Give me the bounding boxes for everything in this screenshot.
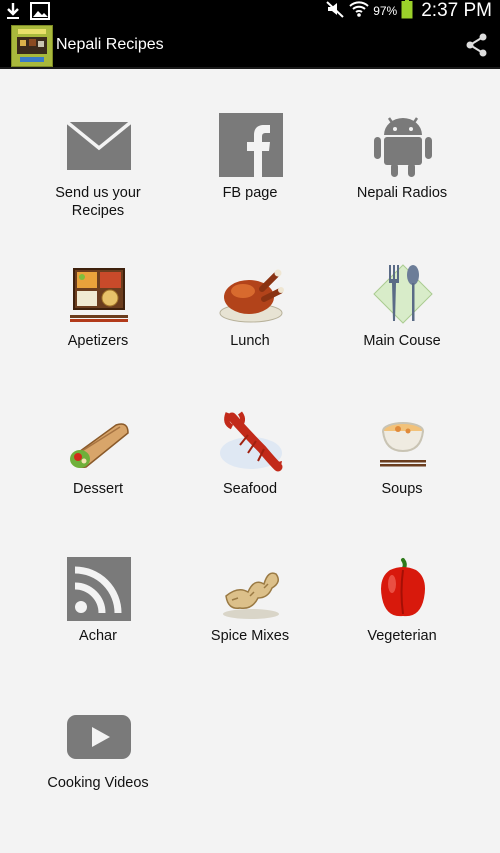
envelope-icon: [65, 113, 133, 179]
menu-item-lunch[interactable]: Lunch: [174, 215, 326, 355]
roast-chicken-icon: [218, 261, 284, 327]
android-icon: [370, 113, 436, 179]
app-title: Nepali Recipes: [56, 36, 164, 53]
menu-item-apetizers[interactable]: Apetizers: [22, 215, 174, 355]
video-play-icon: [66, 703, 132, 769]
menu-label: Vegeterian: [367, 628, 437, 644]
menu-item-achar[interactable]: Achar: [22, 510, 174, 650]
battery-icon: [401, 0, 413, 24]
fork-spoon-icon: [370, 261, 436, 327]
bento-box-icon: [66, 261, 132, 327]
menu-item-dessert[interactable]: Dessert: [22, 363, 174, 503]
menu-label: Seafood: [222, 481, 278, 497]
bell-pepper-icon: [370, 556, 436, 622]
wifi-icon: [349, 0, 369, 23]
share-button[interactable]: [464, 32, 490, 58]
menu-label: Send us your Recipes: [55, 185, 141, 219]
mute-icon: [325, 0, 345, 23]
menu-item-send-recipes[interactable]: Send us your Recipes: [22, 67, 174, 219]
menu-label: Nepali Radios: [356, 185, 448, 201]
menu-item-nepali-radios[interactable]: Nepali Radios: [326, 67, 478, 207]
menu-item-seafood[interactable]: Seafood: [174, 363, 326, 503]
menu-label: Achar: [79, 628, 117, 644]
menu-label: Dessert: [73, 481, 123, 497]
menu-item-spice-mixes[interactable]: Spice Mixes: [174, 510, 326, 650]
menu-item-main-couse[interactable]: Main Couse: [326, 215, 478, 355]
menu-label: Spice Mixes: [210, 628, 290, 644]
menu-label: Apetizers: [67, 333, 129, 349]
menu-item-vegeterian[interactable]: Vegeterian: [326, 510, 478, 650]
lobster-icon: [218, 409, 284, 475]
menu-label: Soups: [381, 481, 423, 497]
menu-label: Cooking Videos: [47, 775, 149, 791]
rss-icon: [66, 556, 132, 622]
app-icon[interactable]: [11, 25, 53, 67]
menu-item-fb-page[interactable]: FB page: [174, 67, 326, 207]
soup-bowl-icon: [370, 409, 436, 475]
clock: 2:37 PM: [421, 0, 492, 21]
action-bar: Nepali Recipes: [0, 22, 500, 69]
ginger-icon: [218, 556, 284, 622]
menu-label: Main Couse: [363, 333, 441, 349]
battery-percent: 97%: [373, 4, 398, 18]
menu-item-cooking-videos[interactable]: Cooking Videos: [22, 657, 174, 797]
menu-label: Lunch: [230, 333, 270, 349]
status-bar: 97% 2:37 PM: [0, 0, 500, 22]
facebook-icon: [218, 113, 284, 179]
share-icon: [466, 33, 487, 57]
menu-item-soups[interactable]: Soups: [326, 363, 478, 503]
menu-label: FB page: [222, 185, 278, 201]
burrito-icon: [66, 409, 132, 475]
